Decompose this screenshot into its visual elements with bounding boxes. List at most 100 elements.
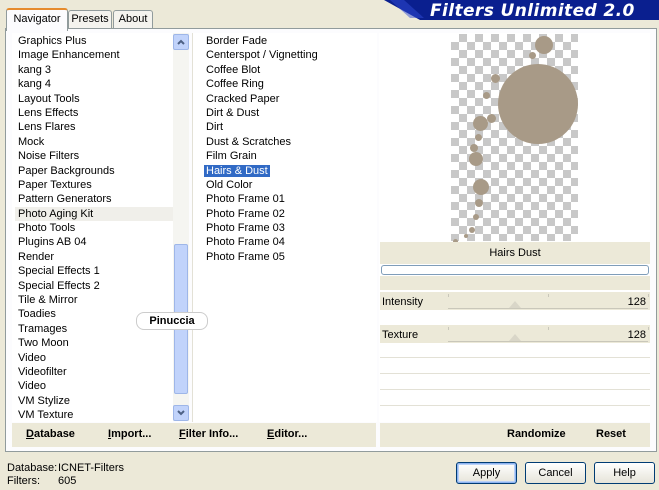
texture-slider-thumb[interactable] [509,334,521,341]
progress-bar [381,265,649,275]
filter-item[interactable]: Centerspot / Vignetting [203,48,375,62]
category-item[interactable]: Videofilter [15,365,173,379]
database-label: Database: [7,462,58,474]
list-item-label: Paper Textures [18,178,92,191]
filter-item[interactable]: Photo Frame 02 [203,207,375,221]
list-item-label: VM Stylize [18,394,70,407]
category-item[interactable]: Special Effects 1 [15,264,173,278]
banner-title: Filters Unlimited 2.0 [430,1,635,21]
filter-item[interactable]: Dirt & Dust [203,106,375,120]
list-item-label: VM Texture [18,409,74,422]
list-item-label: Photo Frame 03 [206,222,285,235]
filter-item[interactable]: Dust & Scratches [203,135,375,149]
list-item-label: Border Fade [206,35,268,47]
filter-item[interactable]: Film Grain [203,149,375,163]
filter-item[interactable]: Border Fade [203,34,375,48]
list-item-label: Mock [18,135,45,148]
editor-button[interactable]: Editor... [267,428,307,440]
category-item[interactable]: Two Moon [15,336,173,350]
category-item[interactable]: Graphics Plus [15,34,173,48]
category-item[interactable]: Noise Filters [15,149,173,163]
list-item-label: Photo Frame 01 [206,193,285,206]
category-item[interactable]: Special Effects 2 [15,279,173,293]
category-item[interactable]: Photo Aging Kit [15,206,173,222]
filter-info-button[interactable]: Filter Info... [179,428,238,440]
tab-presets[interactable]: Presets [68,10,112,28]
cancel-button[interactable]: Cancel [525,462,586,484]
scroll-down-button[interactable] [173,405,189,421]
tab-about[interactable]: About [113,10,153,28]
category-item[interactable]: kang 3 [15,63,173,77]
category-item[interactable]: Render [15,250,173,264]
list-item-label: Paper Backgrounds [18,164,115,177]
list-item-label: Film Grain [206,150,257,163]
dust-blob-large [498,64,578,144]
category-item[interactable]: Image Enhancement [15,48,173,62]
filter-item[interactable]: Photo Frame 05 [203,250,375,264]
category-item[interactable]: Paper Textures [15,178,173,192]
param-label: Intensity [382,296,423,308]
tab-navigator[interactable]: Navigator [6,8,68,31]
category-item[interactable]: VM Texture [15,408,173,422]
category-item[interactable]: Mock [15,135,173,149]
list-item-label: Render [18,250,55,263]
category-item[interactable]: kang 4 [15,77,173,91]
list-item-label: kang 4 [18,78,52,91]
list-item-label: Lens Flares [18,121,76,134]
filter-item[interactable]: Photo Frame 01 [203,192,375,206]
category-list[interactable]: Graphics Plus Image Enhancement kang 3 kang… [12,33,173,422]
category-item[interactable]: Lens Effects [15,106,173,120]
list-item-label: Lens Effects [18,106,79,119]
category-item[interactable]: Video [15,379,173,393]
category-item[interactable]: Layout Tools [15,92,173,106]
list-item-label: Plugins AB 04 [18,236,87,249]
param-label: Texture [382,329,419,341]
help-button[interactable]: Help [594,462,655,484]
list-item-label: Dirt [206,121,224,134]
list-item-label: Dirt & Dust [206,106,260,119]
intensity-slider[interactable] [448,308,648,309]
category-item[interactable]: Lens Flares [15,120,173,134]
category-item[interactable]: Plugins AB 04 [15,235,173,249]
category-item[interactable]: Paper Backgrounds [15,164,173,178]
apply-button[interactable]: Apply [456,462,517,484]
filter-item[interactable]: Dirt [203,120,375,134]
filter-item[interactable]: Coffee Ring [203,77,375,91]
category-item[interactable]: Photo Tools [15,221,173,235]
category-item[interactable]: VM Stylize [15,394,173,408]
list-item-label: Cracked Paper [206,92,280,105]
chevron-up-icon [177,39,185,45]
list-item-label: Special Effects 2 [18,279,100,292]
list-item-label: Hairs & Dust [204,164,270,177]
randomize-button[interactable]: Randomize [507,428,566,440]
watermark-label: Pinuccia [136,312,208,330]
filter-item[interactable]: Photo Frame 04 [203,235,375,249]
list-item-label: Tile & Mirror [18,294,78,307]
list-item-label: Video [18,351,46,364]
filter-item[interactable]: Old Color [203,178,375,192]
reset-button[interactable]: Reset [596,428,626,440]
category-item[interactable]: Pattern Generators [15,192,173,206]
list-item-label: Photo Frame 02 [206,207,285,220]
list-item-label: Special Effects 1 [18,265,100,278]
list-item-label: Coffee Ring [206,78,264,91]
filter-item[interactable]: Hairs & Dust [203,164,375,178]
filter-item[interactable]: Photo Frame 03 [203,221,375,235]
scroll-up-button[interactable] [173,34,189,50]
category-item[interactable]: Video [15,351,173,365]
import-button[interactable]: Import... [108,428,151,440]
filter-item[interactable]: Coffee Blot [203,63,375,77]
list-item-label: Pattern Generators [18,193,112,206]
filter-item[interactable]: Cracked Paper [203,92,375,106]
filters-count-label: Filters: [7,475,40,487]
list-item-label: Image Enhancement [18,49,120,62]
intensity-slider-thumb[interactable] [509,301,521,308]
list-item-label: Centerspot / Vignetting [206,49,318,62]
category-item[interactable]: Tile & Mirror [15,293,173,307]
list-item-label: Tramages [18,322,68,335]
list-item-label: Graphics Plus [18,35,87,47]
list-item-label: Coffee Blot [206,63,261,76]
texture-slider[interactable] [448,341,648,342]
database-button[interactable]: Database [26,428,75,440]
filter-list[interactable]: Border Fade Centerspot / Vignetting Coffee… [192,33,377,422]
